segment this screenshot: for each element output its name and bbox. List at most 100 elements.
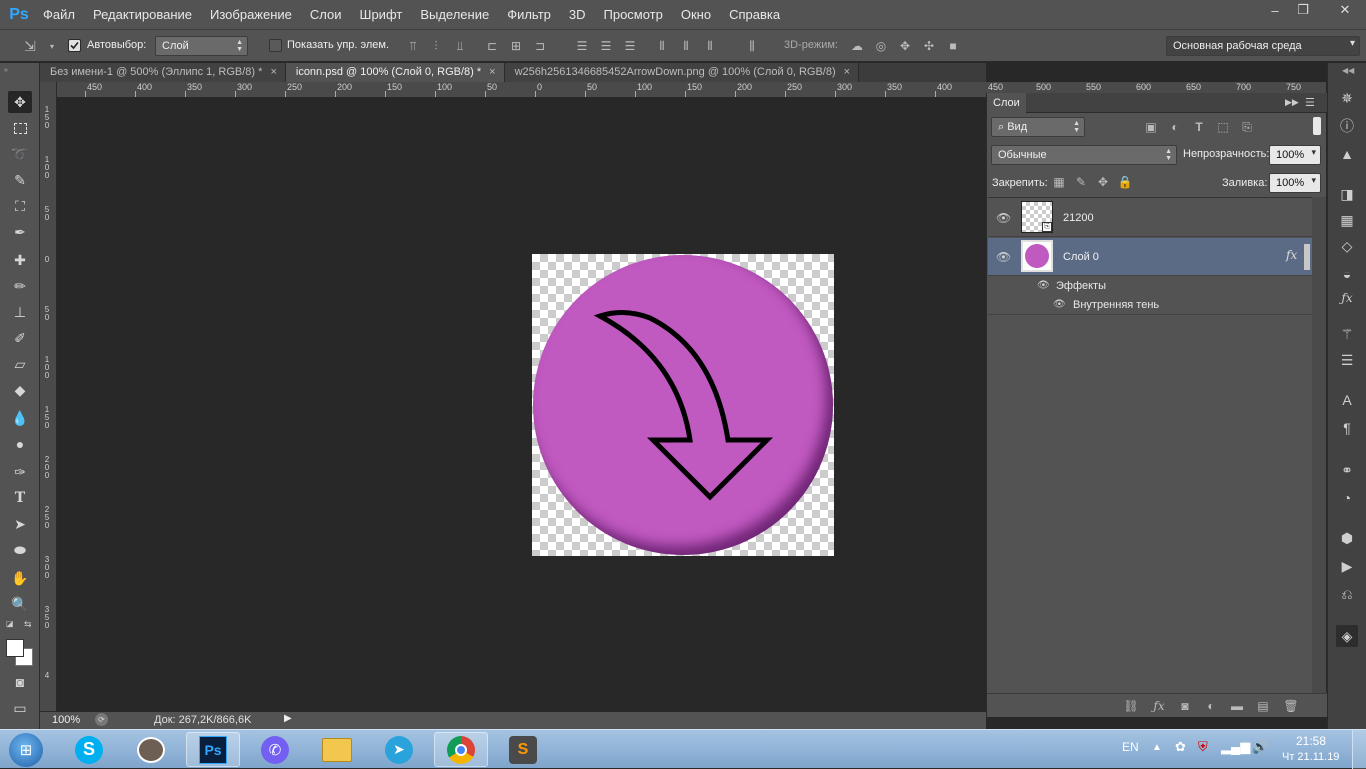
effect-inner-shadow-row[interactable]: 👁 Внутренняя тень	[988, 296, 1312, 315]
add-style-icon[interactable]: ƒx	[1151, 698, 1167, 714]
clone-stamp-tool-icon[interactable]: ⊥	[8, 301, 32, 323]
distribute-left-icon[interactable]: ⦀	[654, 38, 670, 54]
character-icon[interactable]: A	[1336, 389, 1358, 411]
file-explorer-icon[interactable]	[310, 732, 364, 767]
history-brush-tool-icon[interactable]: ✐	[8, 327, 32, 349]
telegram-icon[interactable]: ➤	[372, 732, 426, 767]
filter-smart-object-icon[interactable]: ⎘	[1239, 119, 1255, 135]
menu-window[interactable]: Окно	[672, 0, 720, 29]
layer-styles-icon[interactable]: ƒx	[1336, 287, 1358, 309]
hand-tool-icon[interactable]: ✋	[8, 567, 32, 589]
filter-type-icon[interactable]: T	[1191, 119, 1207, 135]
status-menu-arrow-icon[interactable]: ▶	[284, 713, 292, 724]
distribute-top-icon[interactable]: ☰	[574, 38, 590, 54]
layer-fx-icon[interactable]: fx	[1286, 248, 1297, 262]
paint-bucket-tool-icon[interactable]: ◆	[8, 379, 32, 401]
lock-all-icon[interactable]: 🔒	[1117, 174, 1133, 190]
distribute-right-icon[interactable]: ⦀	[702, 38, 718, 54]
tray-app-icon[interactable]: ✿	[1175, 739, 1186, 755]
restore-button[interactable]: ❐	[1290, 0, 1316, 20]
eye-icon[interactable]: 👁	[996, 250, 1012, 264]
clock-date[interactable]: Чт 21.11.19	[1282, 751, 1339, 763]
ellipse-tool-icon[interactable]: ⬬	[8, 539, 32, 561]
layer-filter-select[interactable]: ⌕ Вид ▲ ▼	[991, 117, 1085, 137]
panel-menu-icon[interactable]: ☰	[1305, 96, 1315, 109]
move-tool-preset-icon[interactable]: ⇲	[22, 38, 38, 54]
menu-view[interactable]: Просмотр	[595, 0, 672, 29]
photoshop-logo[interactable]: Ps	[4, 0, 34, 29]
menu-image[interactable]: Изображение	[201, 0, 301, 29]
tab-iconn-psd[interactable]: iconn.psd @ 100% (Слой 0, RGB/8) * ×	[285, 63, 505, 82]
filter-shape-icon[interactable]: ⬚	[1215, 119, 1231, 135]
screen-mode-icon[interactable]: ▭	[8, 697, 32, 719]
blend-mode-select[interactable]: Обычные ▲ ▼	[991, 145, 1177, 165]
skype-icon[interactable]: S	[62, 732, 116, 767]
fill-input[interactable]: 100% ▾	[1269, 173, 1321, 193]
tab-arrowdown-png[interactable]: w256h2561346685452ArrowDown.png @ 100% (…	[504, 63, 860, 82]
opacity-input[interactable]: 100% ▾	[1269, 145, 1321, 165]
path-selection-tool-icon[interactable]: ➤	[8, 513, 32, 535]
panel-collapse-icon[interactable]: »	[4, 67, 8, 74]
eyedropper-tool-icon[interactable]: ✒	[8, 221, 32, 243]
filter-pixel-icon[interactable]: ▣	[1143, 119, 1159, 135]
histogram-icon[interactable]: ▲	[1336, 143, 1358, 165]
photoshop-taskbar-icon[interactable]: Ps	[186, 732, 240, 767]
eye-icon[interactable]: 👁	[1053, 299, 1069, 311]
swap-colors-icon[interactable]: ⇆	[24, 619, 32, 630]
color-icon[interactable]: ◨	[1336, 183, 1358, 205]
close-window-button[interactable]: ✕	[1325, 0, 1365, 20]
lock-transparency-icon[interactable]: ▦	[1051, 174, 1067, 190]
close-icon[interactable]: ×	[270, 66, 276, 78]
show-hidden-icons-icon[interactable]: ▲	[1152, 742, 1162, 753]
minimize-button[interactable]: –	[1262, 0, 1288, 20]
new-layer-icon[interactable]: ▤	[1255, 698, 1271, 714]
language-indicator[interactable]: EN	[1122, 740, 1139, 754]
layer-row-21200[interactable]: 👁 ⎘ 21200	[988, 198, 1312, 237]
3d-orbit-icon[interactable]: ☁	[849, 38, 865, 54]
align-hcenter-icon[interactable]: ⊞	[508, 38, 524, 54]
viber-icon[interactable]: ✆	[248, 732, 302, 767]
3d-scale-icon[interactable]: ■	[945, 38, 961, 54]
close-icon[interactable]: ×	[489, 66, 495, 78]
zoom-level[interactable]: 100%	[52, 714, 80, 726]
menu-type[interactable]: Шрифт	[351, 0, 412, 29]
new-group-icon[interactable]: ▬	[1229, 698, 1245, 714]
sublime-text-icon[interactable]: S	[496, 732, 550, 767]
3d-pan-icon[interactable]: ✥	[897, 38, 913, 54]
align-left-icon[interactable]: ⊏	[484, 38, 500, 54]
tab-untitled-1[interactable]: Без имени-1 @ 500% (Эллипс 1, RGB/8) * ×	[40, 63, 286, 82]
image-artboard[interactable]	[532, 254, 834, 556]
3d-slide-icon[interactable]: ✣	[921, 38, 937, 54]
autoselect-checkbox[interactable]	[68, 39, 81, 52]
workspace-select[interactable]: Основная рабочая среда ▾	[1166, 36, 1360, 56]
layer-name[interactable]: Слой 0	[1063, 251, 1099, 263]
dodge-tool-icon[interactable]: ●	[8, 433, 32, 455]
network-signal-icon[interactable]: ▂▄▆	[1221, 739, 1250, 755]
brush-tool-icon[interactable]: ✏	[8, 275, 32, 297]
quick-selection-tool-icon[interactable]: ✎	[8, 169, 32, 191]
pen-tool-icon[interactable]: ✑	[8, 461, 32, 483]
scrollbar-thumb[interactable]	[1304, 244, 1310, 270]
align-right-icon[interactable]: ⊐	[532, 38, 548, 54]
layer-name[interactable]: 21200	[1063, 212, 1094, 224]
volume-icon[interactable]: 🔊	[1252, 739, 1268, 755]
clone-source-icon[interactable]: ⎌	[1336, 583, 1358, 605]
collapse-panel-icon[interactable]: ▶▶	[1285, 97, 1299, 108]
auto-align-icon[interactable]: ⫼	[744, 38, 760, 54]
lock-pixels-icon[interactable]: ✎	[1073, 174, 1089, 190]
zoom-tool-icon[interactable]: 🔍	[8, 593, 32, 615]
distribute-bottom-icon[interactable]: ☰	[622, 38, 638, 54]
chevron-down-icon[interactable]: ▾	[44, 38, 60, 54]
eraser-tool-icon[interactable]: ▱	[8, 353, 32, 375]
start-button-icon[interactable]: ⊞	[4, 732, 48, 767]
align-top-icon[interactable]: ⫪	[405, 38, 421, 54]
blur-tool-icon[interactable]: 💧	[8, 407, 32, 429]
effects-row[interactable]: 👁 Эффекты	[988, 277, 1312, 296]
document-canvas[interactable]	[57, 98, 986, 711]
filter-adjustment-icon[interactable]: ◐	[1167, 119, 1183, 135]
channels-icon[interactable]: ⚭	[1336, 459, 1358, 481]
filter-toggle[interactable]	[1313, 117, 1321, 135]
tab-layers[interactable]: Слои	[987, 93, 1026, 113]
menu-select[interactable]: Выделение	[411, 0, 498, 29]
foreground-color-swatch[interactable]	[6, 639, 24, 657]
